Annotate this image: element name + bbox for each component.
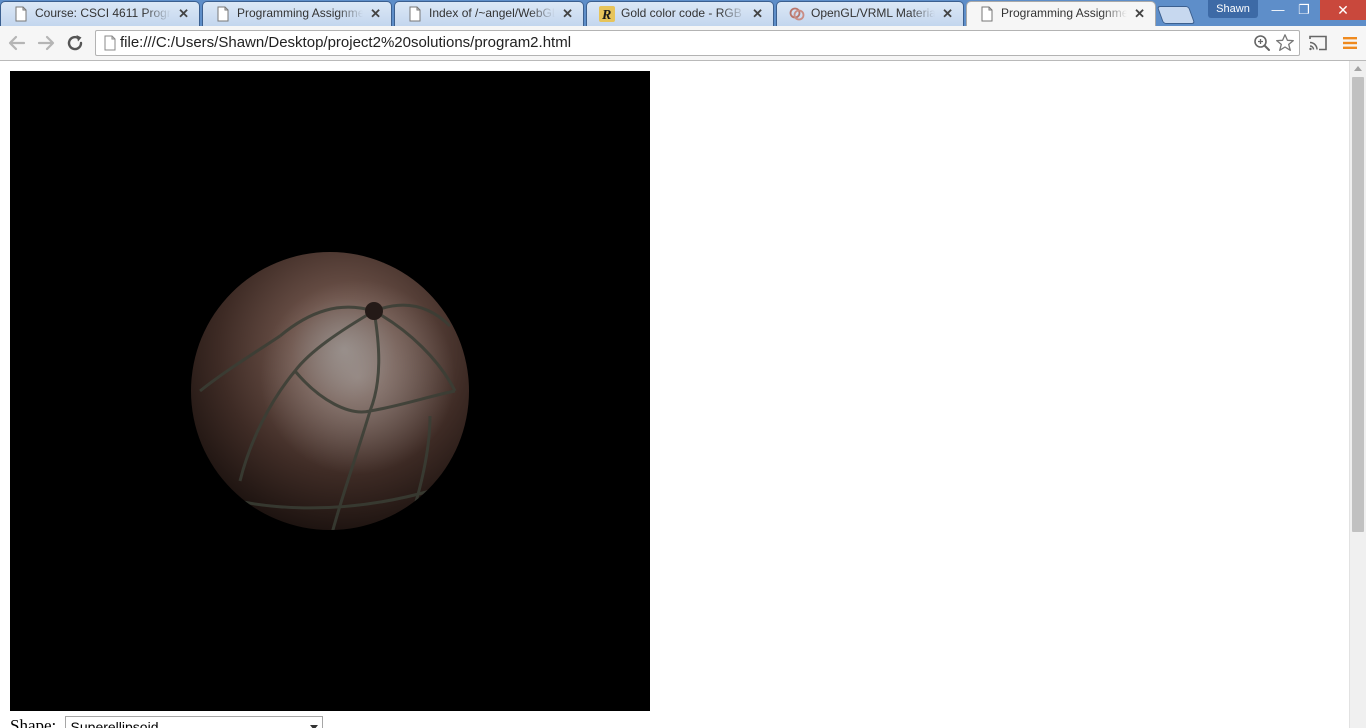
- tab-programming-assignment-active[interactable]: Programming Assignment ✕: [966, 1, 1156, 26]
- page-icon: [104, 35, 116, 51]
- tab-close-icon[interactable]: ✕: [752, 2, 763, 25]
- r-logo-icon: R: [599, 6, 615, 22]
- tab-title: Gold color code - RGB go: [621, 6, 745, 20]
- tab-course-csci-4611[interactable]: Course: CSCI 4611 Progra ✕: [0, 1, 200, 26]
- tab-programming-assignment[interactable]: Programming Assignment ✕: [202, 1, 392, 26]
- page-icon: [981, 6, 993, 22]
- shape-select[interactable]: Superellipsoid: [64, 716, 323, 728]
- forward-arrow-icon[interactable]: [34, 31, 58, 55]
- cast-icon[interactable]: [1308, 34, 1328, 52]
- webgl-canvas[interactable]: [10, 71, 650, 711]
- close-window-button[interactable]: ✕: [1320, 0, 1366, 20]
- address-bar[interactable]: file:///C:/Users/Shawn/Desktop/project2%…: [95, 30, 1300, 56]
- url-text: file:///C:/Users/Shawn/Desktop/project2%…: [120, 34, 572, 51]
- shape-select-value: Superellipsoid: [70, 719, 159, 728]
- reload-icon[interactable]: [63, 31, 87, 55]
- textured-sphere: [191, 252, 469, 530]
- tab-close-icon[interactable]: ✕: [178, 2, 189, 25]
- tab-title: Programming Assignment: [237, 6, 363, 20]
- page-icon: [409, 6, 421, 22]
- tab-title: Index of /~angel/WebGL/: [429, 6, 555, 20]
- tab-close-icon[interactable]: ✕: [370, 2, 381, 25]
- tab-opengl-vrml-materials[interactable]: OpenGL/VRML Materials ✕: [776, 1, 964, 26]
- page-icon: [217, 6, 229, 22]
- tab-index-of-angel-webgl[interactable]: Index of /~angel/WebGL/ ✕: [394, 1, 584, 26]
- chrome-menu-icon[interactable]: [1342, 35, 1358, 51]
- profile-button[interactable]: Shawn: [1208, 0, 1258, 18]
- tab-close-icon[interactable]: ✕: [562, 2, 573, 25]
- page-viewport: Shape: Superellipsoid: [0, 61, 1349, 728]
- back-arrow-icon[interactable]: [5, 31, 29, 55]
- tab-gold-color-code[interactable]: R Gold color code - RGB go ✕: [586, 1, 774, 26]
- knot-icon: [789, 7, 805, 21]
- minimize-button[interactable]: —: [1264, 0, 1292, 20]
- tab-title: OpenGL/VRML Materials: [811, 6, 935, 20]
- restore-button[interactable]: ❐: [1290, 0, 1318, 20]
- page-icon: [15, 6, 27, 22]
- new-tab-button[interactable]: [1156, 6, 1196, 24]
- tab-strip: Course: CSCI 4611 Progra ✕ Programming A…: [0, 0, 1366, 26]
- browser-toolbar: file:///C:/Users/Shawn/Desktop/project2%…: [0, 26, 1366, 61]
- bookmark-star-icon[interactable]: [1275, 33, 1295, 53]
- shape-controls: Shape: Superellipsoid: [10, 716, 323, 728]
- tab-close-icon[interactable]: ✕: [942, 2, 953, 25]
- shape-label: Shape:: [10, 716, 57, 728]
- svg-text:R: R: [601, 8, 611, 22]
- zoom-icon[interactable]: [1253, 34, 1271, 52]
- scroll-up-arrow-icon[interactable]: [1354, 66, 1362, 71]
- vertical-scrollbar[interactable]: [1349, 61, 1366, 728]
- tab-title: Course: CSCI 4611 Progra: [35, 6, 171, 20]
- scrollbar-thumb[interactable]: [1352, 77, 1364, 532]
- tab-title: Programming Assignment: [1001, 6, 1127, 20]
- tab-close-icon[interactable]: ✕: [1134, 2, 1145, 25]
